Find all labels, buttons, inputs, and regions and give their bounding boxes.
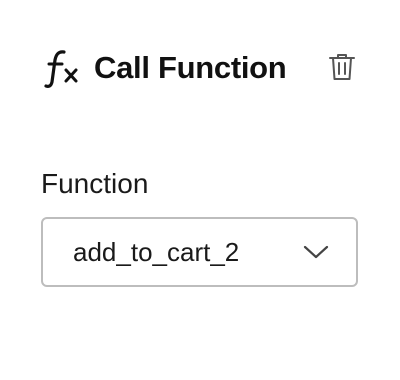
function-select-value: add_to_cart_2 xyxy=(73,236,240,267)
function-fx-icon xyxy=(44,46,86,90)
delete-button[interactable] xyxy=(325,52,359,86)
panel-title: Call Function xyxy=(94,50,287,85)
function-select[interactable]: add_to_cart_2 xyxy=(41,217,358,287)
function-label: Function xyxy=(41,168,149,199)
chevron-down-icon xyxy=(300,236,332,268)
panel-header: Call Function xyxy=(44,46,287,90)
trash-icon xyxy=(328,52,356,87)
